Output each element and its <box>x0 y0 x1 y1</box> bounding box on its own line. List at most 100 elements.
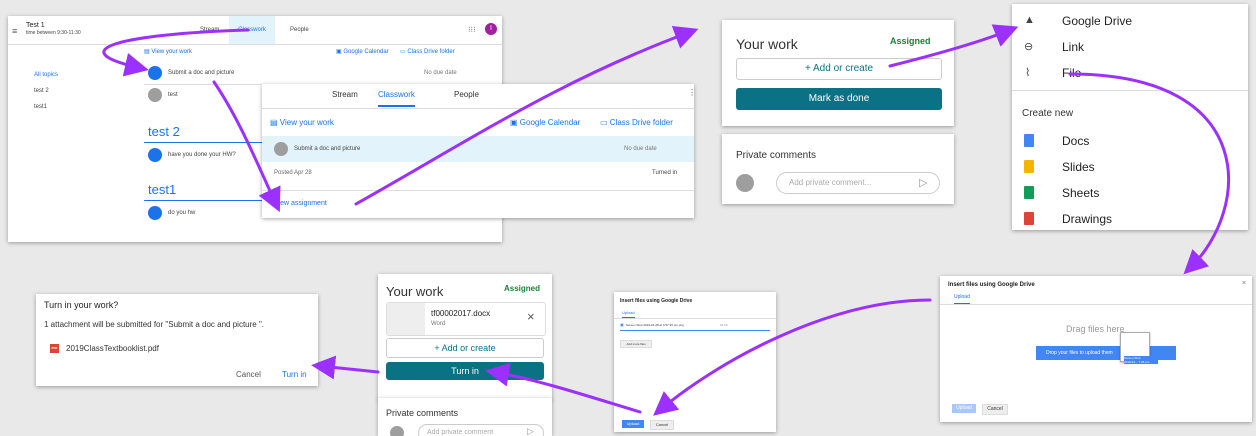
posted-date: Posted Apr 28 <box>274 170 312 176</box>
menu-icon[interactable]: ≡ <box>12 26 17 36</box>
dragged-file-label: Screen Shot 2019-01-...7.28 pm <box>1124 356 1158 364</box>
drive-dialog-title: Insert files using Google Drive <box>620 298 693 304</box>
tab-people[interactable]: People <box>454 90 479 99</box>
turn-in-confirm-button[interactable]: Turn in <box>282 370 307 379</box>
assignment-title[interactable]: have you done your HW? <box>168 152 236 158</box>
drop-zone-text: Drop your files to upload them <box>1046 350 1113 356</box>
private-comments-card: Private comments Add private comment ▷ <box>378 398 552 436</box>
comment-input[interactable]: Add private comment... ▷ <box>776 172 940 194</box>
tab-upload[interactable]: Upload <box>954 294 970 304</box>
sheets-icon <box>1024 186 1034 199</box>
arrow-turnin-to-dialog <box>311 355 380 380</box>
view-your-work-label: View your work <box>279 118 334 127</box>
comment-input[interactable]: Add private comment ▷ <box>418 424 544 436</box>
view-assignment-link[interactable]: View assignment <box>274 200 327 207</box>
menu-item-drawings[interactable]: Drawings <box>1062 212 1112 226</box>
tab-stream[interactable]: Stream <box>332 90 358 99</box>
attached-file-name: 2019ClassTextbooklist.pdf <box>66 344 159 353</box>
assignment-icon <box>148 206 162 220</box>
close-icon[interactable]: × <box>1242 280 1246 287</box>
cancel-button[interactable]: Cancel <box>982 404 1008 415</box>
upload-button[interactable]: Upload <box>952 404 976 413</box>
your-work-card: Your work Assigned + Add or create Mark … <box>722 20 954 126</box>
google-drive-icon: ▲ <box>1024 14 1035 26</box>
drive-upload-dialog-large: Insert files using Google Drive × Upload… <box>940 276 1252 422</box>
menu-item-google-drive[interactable]: Google Drive <box>1062 14 1132 28</box>
assigned-status: Assigned <box>890 36 931 46</box>
avatar <box>390 426 404 436</box>
apps-grid-icon[interactable]: ⁝⁝⁝ <box>468 25 476 34</box>
assignment-title[interactable]: do you hw <box>168 210 195 216</box>
view-your-work-link[interactable]: ▤ View your work <box>144 48 192 55</box>
add-or-create-label: Add or create <box>441 343 496 353</box>
mark-as-done-button[interactable]: Mark as done <box>736 88 942 110</box>
uploaded-file-size: 94.6K <box>720 323 728 327</box>
assignment-icon <box>148 66 162 80</box>
menu-item-file[interactable]: File <box>1062 66 1081 80</box>
view-your-work-label: View your work <box>151 49 192 55</box>
google-calendar-link[interactable]: ▣ Google Calendar <box>510 118 580 127</box>
docs-icon <box>1024 134 1034 147</box>
add-or-create-label: Add or create <box>813 63 874 74</box>
drag-files-text: Drag files here <box>1066 324 1125 334</box>
tab-upload[interactable]: Upload <box>622 310 635 318</box>
add-more-files-button[interactable]: Add more files <box>620 340 652 348</box>
view-your-work-link[interactable]: ▤ View your work <box>270 118 334 127</box>
menu-item-link[interactable]: Link <box>1062 40 1084 54</box>
google-calendar-link[interactable]: ▣ Google Calendar <box>336 48 389 55</box>
attached-file-type: Word <box>431 321 446 327</box>
class-drive-folder-label: Class Drive folder <box>609 118 673 127</box>
create-new-heading: Create new <box>1022 108 1074 119</box>
your-work-title: Your work <box>736 36 798 52</box>
assignment-icon <box>148 88 162 102</box>
topic-all-topics[interactable]: All topics <box>34 72 58 78</box>
assignment-due: No due date <box>624 146 657 152</box>
more-options-icon[interactable]: ⋮ <box>688 88 694 97</box>
class-subtitle: time between 9:30-11:30 <box>26 30 81 36</box>
add-or-create-button[interactable]: + Add or create <box>736 58 942 80</box>
attached-file-card[interactable]: tf00002017.docx Word × <box>386 302 546 336</box>
class-drive-folder-link[interactable]: ▭ Class Drive folder <box>400 48 455 55</box>
google-calendar-label: Google Calendar <box>343 49 389 55</box>
turn-in-dialog: Turn in your work? 1 attachment will be … <box>36 294 318 386</box>
send-icon[interactable]: ▷ <box>919 176 927 189</box>
topic-test-2[interactable]: test 2 <box>34 88 49 94</box>
tab-classwork[interactable]: Classwork <box>229 16 275 44</box>
tab-people[interactable]: People <box>290 27 309 33</box>
remove-file-icon[interactable]: × <box>527 309 535 324</box>
upload-button[interactable]: Upload <box>622 420 644 428</box>
avatar[interactable]: I <box>485 23 497 35</box>
turn-in-button[interactable]: Turn in <box>386 362 544 380</box>
assignment-icon <box>148 148 162 162</box>
image-file-icon: ▣ <box>620 322 624 327</box>
cancel-button[interactable]: Cancel <box>650 420 674 430</box>
tab-classwork[interactable]: Classwork <box>378 90 415 107</box>
uploaded-file-name: Screen Shot 2019-01-28 at 4.57.36 pm.png <box>626 323 684 327</box>
menu-item-sheets[interactable]: Sheets <box>1062 186 1099 200</box>
section-heading-test2: test 2 <box>148 124 180 139</box>
cancel-button[interactable]: Cancel <box>236 370 261 379</box>
comment-placeholder: Add private comment <box>427 429 494 436</box>
attachment-icon: ⌇ <box>1025 67 1031 79</box>
assignment-title: Submit a doc and picture <box>294 146 361 152</box>
class-drive-folder-label: Class Drive folder <box>407 49 455 55</box>
add-or-create-menu: ▲ Google Drive ⊖ Link ⌇ File Create new … <box>1012 4 1248 230</box>
add-or-create-button[interactable]: + Add or create <box>386 338 544 358</box>
assigned-status: Assigned <box>504 284 541 293</box>
your-work-title: Your work <box>386 284 444 299</box>
assignment-title[interactable]: test <box>168 92 178 98</box>
tab-stream[interactable]: Stream <box>200 27 219 33</box>
link-icon: ⊖ <box>1024 41 1034 53</box>
assignment-title[interactable]: Submit a doc and picture <box>168 70 234 76</box>
avatar <box>736 174 754 192</box>
section-heading-test1: test1 <box>148 182 177 197</box>
dialog-body: 1 attachment will be submitted for "Subm… <box>44 320 265 329</box>
topic-test1[interactable]: test1 <box>34 104 47 110</box>
send-icon[interactable]: ▷ <box>527 426 534 436</box>
google-calendar-label: Google Calendar <box>519 118 581 127</box>
dialog-title: Turn in your work? <box>44 300 119 310</box>
menu-item-slides[interactable]: Slides <box>1062 160 1095 174</box>
menu-item-docs[interactable]: Docs <box>1062 134 1089 148</box>
slides-icon <box>1024 160 1034 173</box>
class-drive-folder-link[interactable]: ▭ Class Drive folder <box>600 118 673 127</box>
